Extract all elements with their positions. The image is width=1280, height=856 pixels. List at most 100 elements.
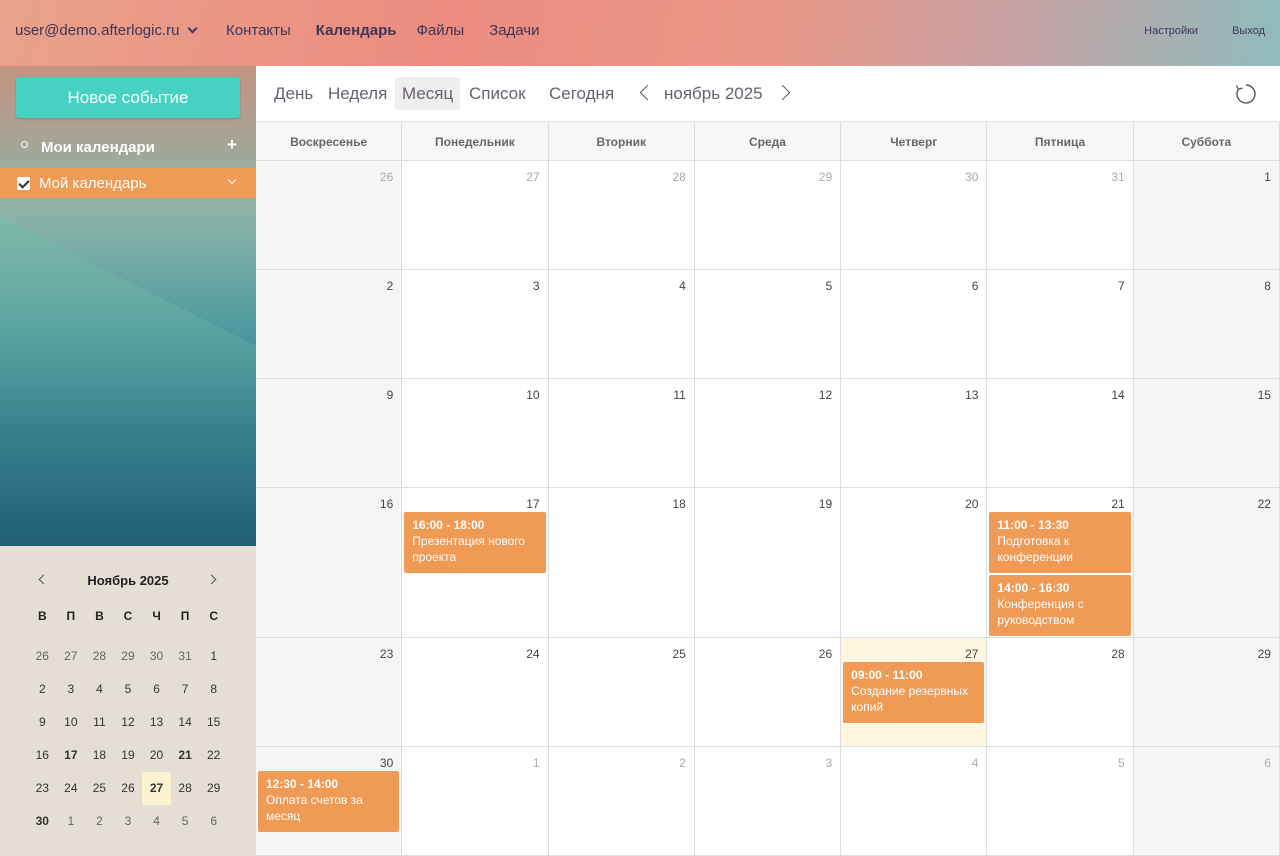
nav-calendar[interactable]: Календарь bbox=[316, 22, 397, 39]
view-day-button[interactable]: День bbox=[267, 77, 320, 110]
day-cell[interactable]: 29 bbox=[694, 161, 842, 270]
chevron-left-icon[interactable] bbox=[639, 84, 656, 101]
mini-day-cell[interactable]: 1 bbox=[57, 805, 86, 838]
mini-day-cell[interactable]: 8 bbox=[199, 673, 228, 706]
mini-day-cell[interactable]: 31 bbox=[171, 640, 200, 673]
mini-day-cell[interactable]: 20 bbox=[142, 739, 171, 772]
mini-day-cell[interactable]: 18 bbox=[85, 739, 114, 772]
mini-day-cell[interactable]: 24 bbox=[57, 772, 86, 805]
mini-day-cell[interactable]: 4 bbox=[142, 805, 171, 838]
calendar-event[interactable]: 09:00 - 11:00 Создание резервных копий bbox=[843, 662, 985, 723]
day-cell[interactable]: 3 bbox=[694, 747, 842, 856]
view-month-button[interactable]: Месяц bbox=[395, 77, 461, 110]
day-cell[interactable]: 28 bbox=[987, 638, 1134, 747]
day-cell[interactable]: 29 bbox=[1133, 638, 1280, 747]
nav-files[interactable]: Файлы bbox=[416, 22, 464, 39]
day-cell[interactable]: 12 bbox=[694, 379, 842, 488]
day-cell[interactable]: 26 bbox=[694, 638, 842, 747]
mini-day-cell[interactable]: 13 bbox=[142, 706, 171, 739]
logout-link[interactable]: Выход bbox=[1232, 25, 1265, 37]
mini-day-cell[interactable]: 11 bbox=[85, 706, 114, 739]
nav-contacts[interactable]: Контакты bbox=[226, 22, 291, 39]
mini-day-cell[interactable]: 6 bbox=[142, 673, 171, 706]
view-week-button[interactable]: Неделя bbox=[321, 77, 394, 110]
mini-day-cell[interactable]: 10 bbox=[57, 706, 86, 739]
day-cell[interactable]: 7 bbox=[987, 270, 1134, 379]
mini-day-cell[interactable]: 26 bbox=[114, 772, 143, 805]
day-cell[interactable]: 20 bbox=[841, 488, 988, 638]
calendar-event[interactable]: 12:30 - 14:00 Оплата счетов за месяц bbox=[258, 771, 400, 832]
mini-day-cell[interactable]: 22 bbox=[199, 739, 228, 772]
day-cell[interactable]: 1 bbox=[402, 747, 549, 856]
mini-day-cell[interactable]: 1 bbox=[199, 640, 228, 673]
mini-day-cell[interactable]: 21 bbox=[171, 739, 200, 772]
mini-day-cell[interactable]: 16 bbox=[28, 739, 57, 772]
mini-day-cell[interactable]: 30 bbox=[28, 805, 57, 838]
chevron-down-icon[interactable] bbox=[227, 175, 237, 185]
mini-day-cell[interactable]: 19 bbox=[114, 739, 143, 772]
mini-day-cell[interactable]: 12 bbox=[114, 706, 143, 739]
mini-day-cell[interactable]: 29 bbox=[114, 640, 143, 673]
mini-day-cell[interactable]: 7 bbox=[171, 673, 200, 706]
day-cell[interactable]: 6 bbox=[841, 270, 988, 379]
mini-day-cell[interactable]: 29 bbox=[199, 772, 228, 805]
mini-day-cell[interactable]: 5 bbox=[171, 805, 200, 838]
day-cell[interactable]: 15 bbox=[1133, 379, 1280, 488]
settings-link[interactable]: Настройки bbox=[1144, 25, 1198, 37]
day-cell[interactable]: 2 bbox=[548, 747, 695, 856]
day-cell[interactable]: 19 bbox=[694, 488, 842, 638]
calendar-event[interactable]: 14:00 - 16:30 Конференция с руководством bbox=[989, 575, 1131, 636]
mini-day-cell[interactable]: 5 bbox=[114, 673, 143, 706]
add-calendar-button[interactable]: + bbox=[227, 135, 237, 155]
day-cell[interactable]: 26 bbox=[256, 161, 403, 270]
mini-day-cell[interactable]: 28 bbox=[171, 772, 200, 805]
day-cell[interactable]: 31 bbox=[987, 161, 1134, 270]
mini-day-cell[interactable]: 3 bbox=[57, 673, 86, 706]
account-menu[interactable]: user@demo.afterlogic.ru bbox=[15, 22, 198, 39]
calendar-event[interactable]: 11:00 - 13:30 Подготовка к конференции bbox=[989, 512, 1131, 573]
day-cell[interactable]: 18 bbox=[548, 488, 695, 638]
mini-day-cell[interactable]: 2 bbox=[85, 805, 114, 838]
day-cell[interactable]: 23 bbox=[256, 638, 403, 747]
mini-day-cell[interactable]: 27 bbox=[142, 772, 171, 805]
mini-day-cell[interactable]: 4 bbox=[85, 673, 114, 706]
mini-day-cell[interactable]: 26 bbox=[28, 640, 57, 673]
mini-day-cell[interactable]: 3 bbox=[114, 805, 143, 838]
new-event-button[interactable]: Новое событие bbox=[16, 77, 240, 118]
day-cell[interactable]: 27 bbox=[402, 161, 549, 270]
day-cell[interactable]: 2 bbox=[256, 270, 403, 379]
refresh-icon[interactable] bbox=[1235, 83, 1257, 105]
mini-day-cell[interactable]: 25 bbox=[85, 772, 114, 805]
chevron-right-icon[interactable] bbox=[774, 84, 791, 101]
day-cell[interactable]: 5 bbox=[987, 747, 1134, 856]
day-cell[interactable]: 28 bbox=[548, 161, 695, 270]
day-cell[interactable]: 8 bbox=[1133, 270, 1280, 379]
day-cell[interactable]: 11 bbox=[548, 379, 695, 488]
calendar-event[interactable]: 16:00 - 18:00 Презентация нового проекта bbox=[404, 512, 546, 573]
day-cell[interactable]: 25 bbox=[548, 638, 695, 747]
day-cell[interactable]: 1 bbox=[1133, 161, 1280, 270]
view-list-button[interactable]: Список bbox=[462, 77, 533, 110]
day-cell[interactable]: 3 bbox=[402, 270, 549, 379]
mini-day-cell[interactable]: 17 bbox=[57, 739, 86, 772]
calendar-item[interactable]: Мой календарь bbox=[0, 168, 256, 198]
today-button[interactable]: Сегодня bbox=[542, 77, 621, 110]
mini-day-cell[interactable]: 30 bbox=[142, 640, 171, 673]
day-cell[interactable]: 16 bbox=[256, 488, 403, 638]
day-cell[interactable]: 24 bbox=[402, 638, 549, 747]
day-cell[interactable]: 13 bbox=[841, 379, 988, 488]
day-cell[interactable]: 4 bbox=[841, 747, 988, 856]
day-cell[interactable]: 6 bbox=[1133, 747, 1280, 856]
mini-day-cell[interactable]: 14 bbox=[171, 706, 200, 739]
day-cell[interactable]: 14 bbox=[987, 379, 1134, 488]
day-cell[interactable]: 9 bbox=[256, 379, 403, 488]
mini-day-cell[interactable]: 23 bbox=[28, 772, 57, 805]
mini-day-cell[interactable]: 28 bbox=[85, 640, 114, 673]
mini-day-cell[interactable]: 15 bbox=[199, 706, 228, 739]
calendar-checkbox[interactable] bbox=[17, 177, 30, 190]
day-cell[interactable]: 5 bbox=[694, 270, 842, 379]
day-cell[interactable]: 30 bbox=[841, 161, 988, 270]
day-cell[interactable]: 10 bbox=[402, 379, 549, 488]
day-cell[interactable]: 4 bbox=[548, 270, 695, 379]
mini-day-cell[interactable]: 27 bbox=[57, 640, 86, 673]
